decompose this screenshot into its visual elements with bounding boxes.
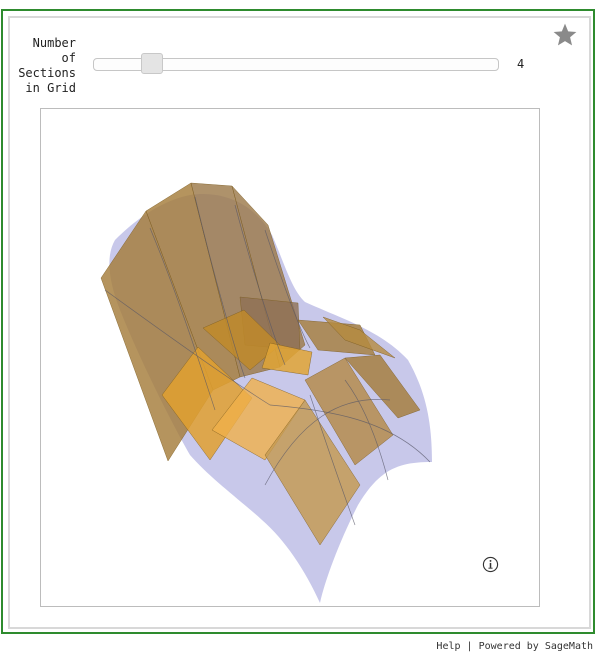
powered-by-link[interactable]: Powered by SageMath <box>479 641 593 652</box>
help-link[interactable]: Help <box>436 641 460 652</box>
footer-separator: | <box>466 641 473 652</box>
info-icon[interactable] <box>482 556 499 573</box>
footer: Help | Powered by SageMath <box>436 641 593 652</box>
3d-surface-plot <box>100 182 432 604</box>
